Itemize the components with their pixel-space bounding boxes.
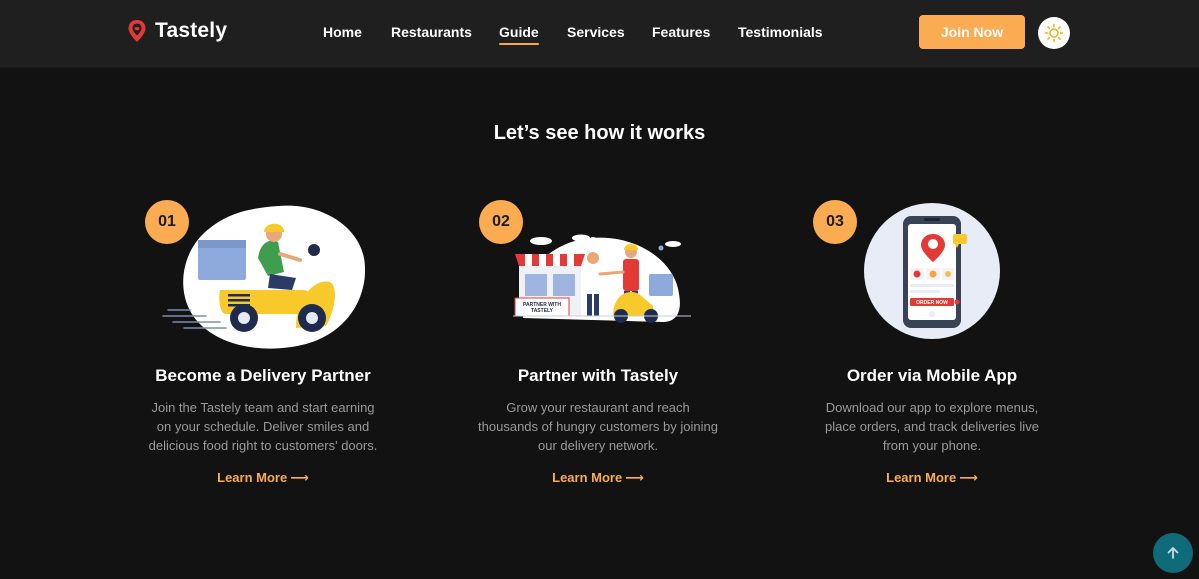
step-card-mobile: ORDER NOW 03 Order via Mobile App Downlo…	[797, 198, 1067, 498]
nav-testimonials[interactable]: Testimonials	[738, 24, 823, 40]
scroll-to-top-button[interactable]	[1153, 533, 1193, 573]
join-now-button[interactable]: Join Now	[919, 15, 1025, 49]
section-title: Let’s see how it works	[493, 122, 706, 144]
nav-services[interactable]: Services	[567, 24, 625, 40]
step-number-badge: 01	[145, 200, 189, 244]
step-number-badge: 02	[479, 200, 523, 244]
step-description: Grow your restaurant and reach thousands…	[478, 400, 718, 453]
learn-more-link[interactable]: Learn More ⟶	[463, 470, 733, 486]
navbar: Tastely Home Restaurants Guide Services …	[0, 0, 1199, 67]
theme-toggle-button[interactable]	[1038, 17, 1070, 49]
learn-more-label: Learn More	[552, 470, 623, 485]
arrow-right-icon: ⟶	[290, 470, 309, 485]
order-now-phone-label: ORDER NOW	[916, 300, 948, 306]
step-title: Order via Mobile App	[846, 366, 1018, 385]
step-number-badge: 03	[813, 200, 857, 244]
step-card-delivery: 01 Become a Delivery Partner Join the Ta…	[128, 198, 398, 498]
nav-home[interactable]: Home	[323, 24, 362, 40]
sun-icon	[1044, 23, 1064, 43]
step-description: Download our app to explore menus, place…	[825, 400, 1039, 453]
nav-features[interactable]: Features	[652, 24, 710, 40]
step-title: Partner with Tastely	[517, 366, 679, 385]
storefront-sign-line2: TASTELY	[531, 308, 554, 314]
step-description: Join the Tastely team and start earning …	[148, 400, 378, 453]
nav-guide[interactable]: Guide	[499, 24, 539, 45]
learn-more-link[interactable]: Learn More ⟶	[797, 470, 1067, 486]
learn-more-label: Learn More	[886, 470, 957, 485]
learn-more-label: Learn More	[217, 470, 288, 485]
arrow-right-icon: ⟶	[625, 470, 644, 485]
step-title: Become a Delivery Partner	[155, 366, 371, 385]
learn-more-link[interactable]: Learn More ⟶	[128, 470, 398, 486]
step-card-partner: PARTNER WITH TASTELY 02 Partner with Tas…	[463, 198, 733, 498]
arrow-up-icon	[1167, 547, 1179, 559]
nav-restaurants[interactable]: Restaurants	[391, 24, 472, 40]
arrow-right-icon: ⟶	[959, 470, 978, 485]
